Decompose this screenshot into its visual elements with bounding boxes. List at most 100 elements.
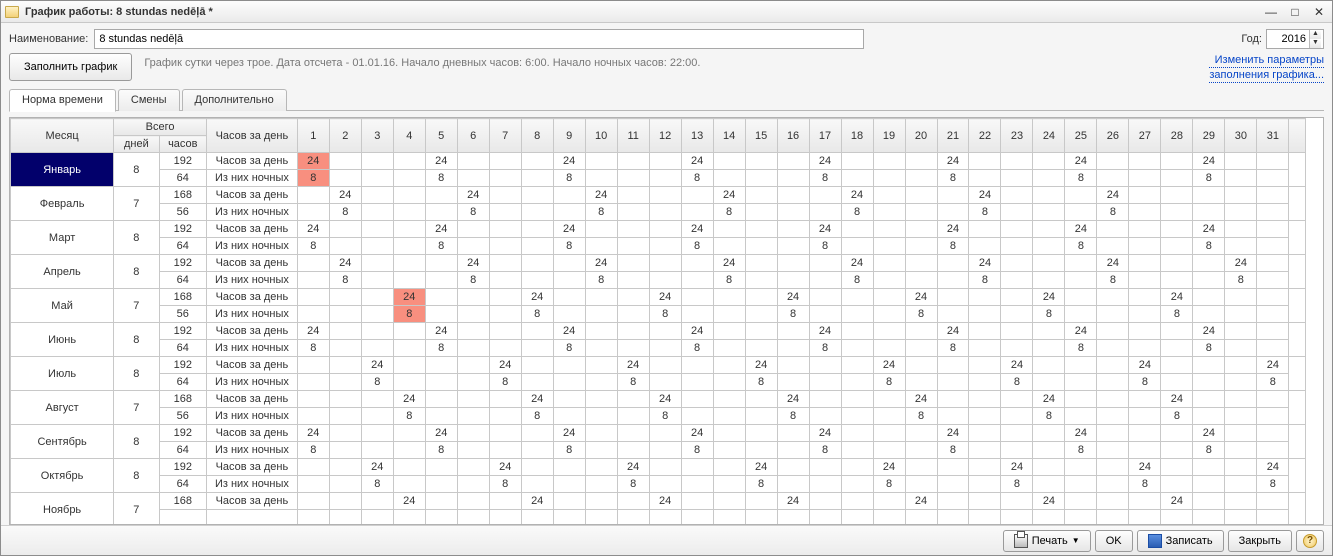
cell[interactable]: 24 [1257,459,1289,476]
cell[interactable] [681,374,713,391]
cell[interactable] [745,306,777,323]
cell[interactable] [329,289,361,306]
cell[interactable] [489,323,521,340]
cell[interactable] [1001,391,1033,408]
cell[interactable] [329,238,361,255]
cell[interactable] [521,170,553,187]
cell[interactable] [1193,493,1225,510]
cell[interactable] [393,187,425,204]
cell[interactable] [1225,187,1257,204]
cell[interactable] [361,153,393,170]
cell[interactable] [841,510,873,526]
cell[interactable]: 8 [457,204,489,221]
vscroll-cell[interactable] [1289,459,1306,493]
cell[interactable] [553,408,585,425]
cell[interactable]: 24 [617,357,649,374]
help-button[interactable]: ? [1296,530,1324,552]
hdr-day-10[interactable]: 10 [585,119,617,153]
cell[interactable] [841,459,873,476]
cell[interactable] [1097,153,1129,170]
cell[interactable] [1001,153,1033,170]
cell[interactable] [809,272,841,289]
cell[interactable] [489,272,521,289]
cell[interactable]: 8 [617,476,649,493]
cell[interactable]: 24 [1129,459,1161,476]
cell[interactable] [1065,408,1097,425]
cell[interactable] [361,289,393,306]
cell[interactable] [1129,238,1161,255]
cell[interactable] [457,221,489,238]
cell[interactable]: 24 [841,255,873,272]
cell[interactable] [1161,476,1193,493]
cell[interactable]: 24 [425,221,457,238]
cell[interactable] [361,510,393,526]
cell[interactable]: 24 [713,187,745,204]
days-cell[interactable]: 8 [114,459,159,493]
cell[interactable] [585,510,617,526]
cell[interactable] [969,459,1001,476]
cell[interactable]: 8 [649,306,681,323]
cell[interactable] [617,204,649,221]
cell[interactable] [297,255,329,272]
cell[interactable]: 8 [969,204,1001,221]
cell[interactable] [329,374,361,391]
cell[interactable] [521,510,553,526]
hdr-day-27[interactable]: 27 [1129,119,1161,153]
cell[interactable] [553,374,585,391]
hours-cell[interactable]: 168 [159,289,206,306]
month-cell[interactable]: Май [11,289,114,323]
cell[interactable] [1225,408,1257,425]
cell[interactable]: 8 [681,442,713,459]
cell[interactable] [713,374,745,391]
cell[interactable]: 24 [297,153,329,170]
cell[interactable] [297,187,329,204]
hours2-cell[interactable]: 56 [159,306,206,323]
cell[interactable] [809,374,841,391]
cell[interactable]: 24 [937,153,969,170]
cell[interactable] [969,442,1001,459]
cell[interactable] [1001,340,1033,357]
cell[interactable]: 8 [329,204,361,221]
cell[interactable] [1225,357,1257,374]
cell[interactable] [713,323,745,340]
cell[interactable] [1225,476,1257,493]
cell[interactable] [745,391,777,408]
hours-cell[interactable]: 168 [159,493,206,510]
cell[interactable] [905,323,937,340]
cell[interactable]: 24 [745,459,777,476]
cell[interactable]: 8 [521,306,553,323]
cell[interactable] [1001,408,1033,425]
cell[interactable] [905,170,937,187]
cell[interactable] [841,357,873,374]
cell[interactable] [937,204,969,221]
cell[interactable] [1193,204,1225,221]
hours-cell[interactable]: 168 [159,187,206,204]
cell[interactable] [713,153,745,170]
cell[interactable] [489,221,521,238]
cell[interactable] [905,255,937,272]
hdr-day-17[interactable]: 17 [809,119,841,153]
cell[interactable] [297,289,329,306]
cell[interactable] [1161,255,1193,272]
cell[interactable] [841,221,873,238]
hdr-day-29[interactable]: 29 [1193,119,1225,153]
days-cell[interactable]: 8 [114,255,159,289]
hours2-cell[interactable]: 64 [159,374,206,391]
cell[interactable] [649,374,681,391]
cell[interactable]: 24 [393,289,425,306]
cell[interactable] [521,425,553,442]
cell[interactable] [457,170,489,187]
cell[interactable] [905,357,937,374]
cell[interactable] [1225,238,1257,255]
cell[interactable] [969,340,1001,357]
vscroll-cell[interactable] [1289,357,1306,391]
cell[interactable] [489,170,521,187]
cell[interactable]: 24 [1193,153,1225,170]
hdr-day-19[interactable]: 19 [873,119,905,153]
cell[interactable] [1225,510,1257,526]
cell[interactable] [1033,204,1065,221]
hdr-day-30[interactable]: 30 [1225,119,1257,153]
cell[interactable]: 8 [1097,204,1129,221]
hours-cell[interactable]: 192 [159,323,206,340]
cell[interactable] [1033,323,1065,340]
